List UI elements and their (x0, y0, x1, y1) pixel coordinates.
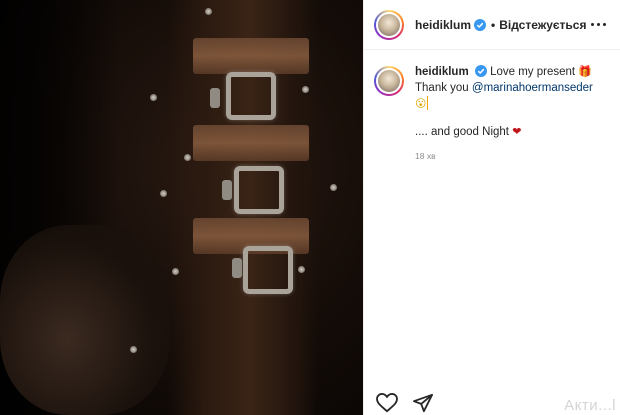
media-strap (193, 38, 309, 74)
caption-username[interactable]: heidiklum (415, 66, 469, 78)
more-options-icon[interactable] (591, 23, 606, 26)
media-rivet (205, 8, 212, 15)
media-buckle-prong (222, 180, 232, 200)
caption-line-2: Thank you @marinahoermanseder 😮 (415, 80, 606, 112)
caption-line-1: heidiklum Love my present 🎁 (415, 64, 606, 80)
media-hand-shape (0, 225, 170, 415)
post-caption: heidiklum Love my present 🎁 Thank you @m… (364, 50, 620, 164)
post-media[interactable] (0, 0, 363, 415)
heart-outline-icon[interactable] (376, 392, 398, 415)
post-sidebar: heidiklum • Відстежується heidiklum Love… (363, 0, 620, 415)
caption-text-thanks: Thank you (415, 82, 472, 94)
caption-text-goodnight: .... and good Night (415, 126, 509, 138)
post-actions (376, 392, 434, 415)
avatar[interactable] (374, 9, 404, 40)
verified-badge-icon (474, 65, 487, 77)
surprised-face-emoji-icon: 😮 (415, 97, 427, 110)
post-timestamp[interactable]: 18 хв (415, 148, 606, 164)
text-caret (427, 96, 429, 110)
instagram-post: heidiklum • Відстежується heidiklum Love… (0, 0, 620, 415)
watermark-text: Акти...l (564, 397, 616, 414)
media-rivet (302, 86, 309, 93)
media-rivet (298, 266, 305, 273)
caption-body: heidiklum Love my present 🎁 Thank you @m… (415, 64, 606, 164)
mention-link[interactable]: @marinahoermanseder (472, 82, 593, 94)
header-separator: • (491, 17, 496, 32)
following-button[interactable]: Відстежується (499, 18, 586, 32)
media-rivet (184, 154, 191, 161)
media-rivet (330, 184, 337, 191)
gift-emoji-icon: 🎁 (578, 65, 593, 78)
media-rivet (130, 346, 137, 353)
media-rivet (160, 190, 167, 197)
media-buckle (234, 166, 284, 214)
media-rivet (172, 268, 179, 275)
media-buckle-prong (210, 88, 220, 108)
media-rivet (150, 94, 157, 101)
verified-badge-icon (474, 18, 487, 31)
red-heart-emoji-icon: ❤ (512, 125, 522, 138)
media-buckle-prong (232, 258, 242, 278)
caption-line-3: .... and good Night ❤ (415, 124, 606, 140)
media-buckle (243, 246, 293, 294)
caption-text-love: Love my present (490, 66, 576, 78)
media-buckle (226, 72, 276, 120)
media-strap (193, 125, 309, 161)
avatar[interactable] (374, 66, 404, 96)
paper-plane-icon[interactable] (412, 393, 434, 415)
header-username[interactable]: heidiklum (415, 18, 471, 32)
post-header: heidiklum • Відстежується (364, 0, 620, 50)
